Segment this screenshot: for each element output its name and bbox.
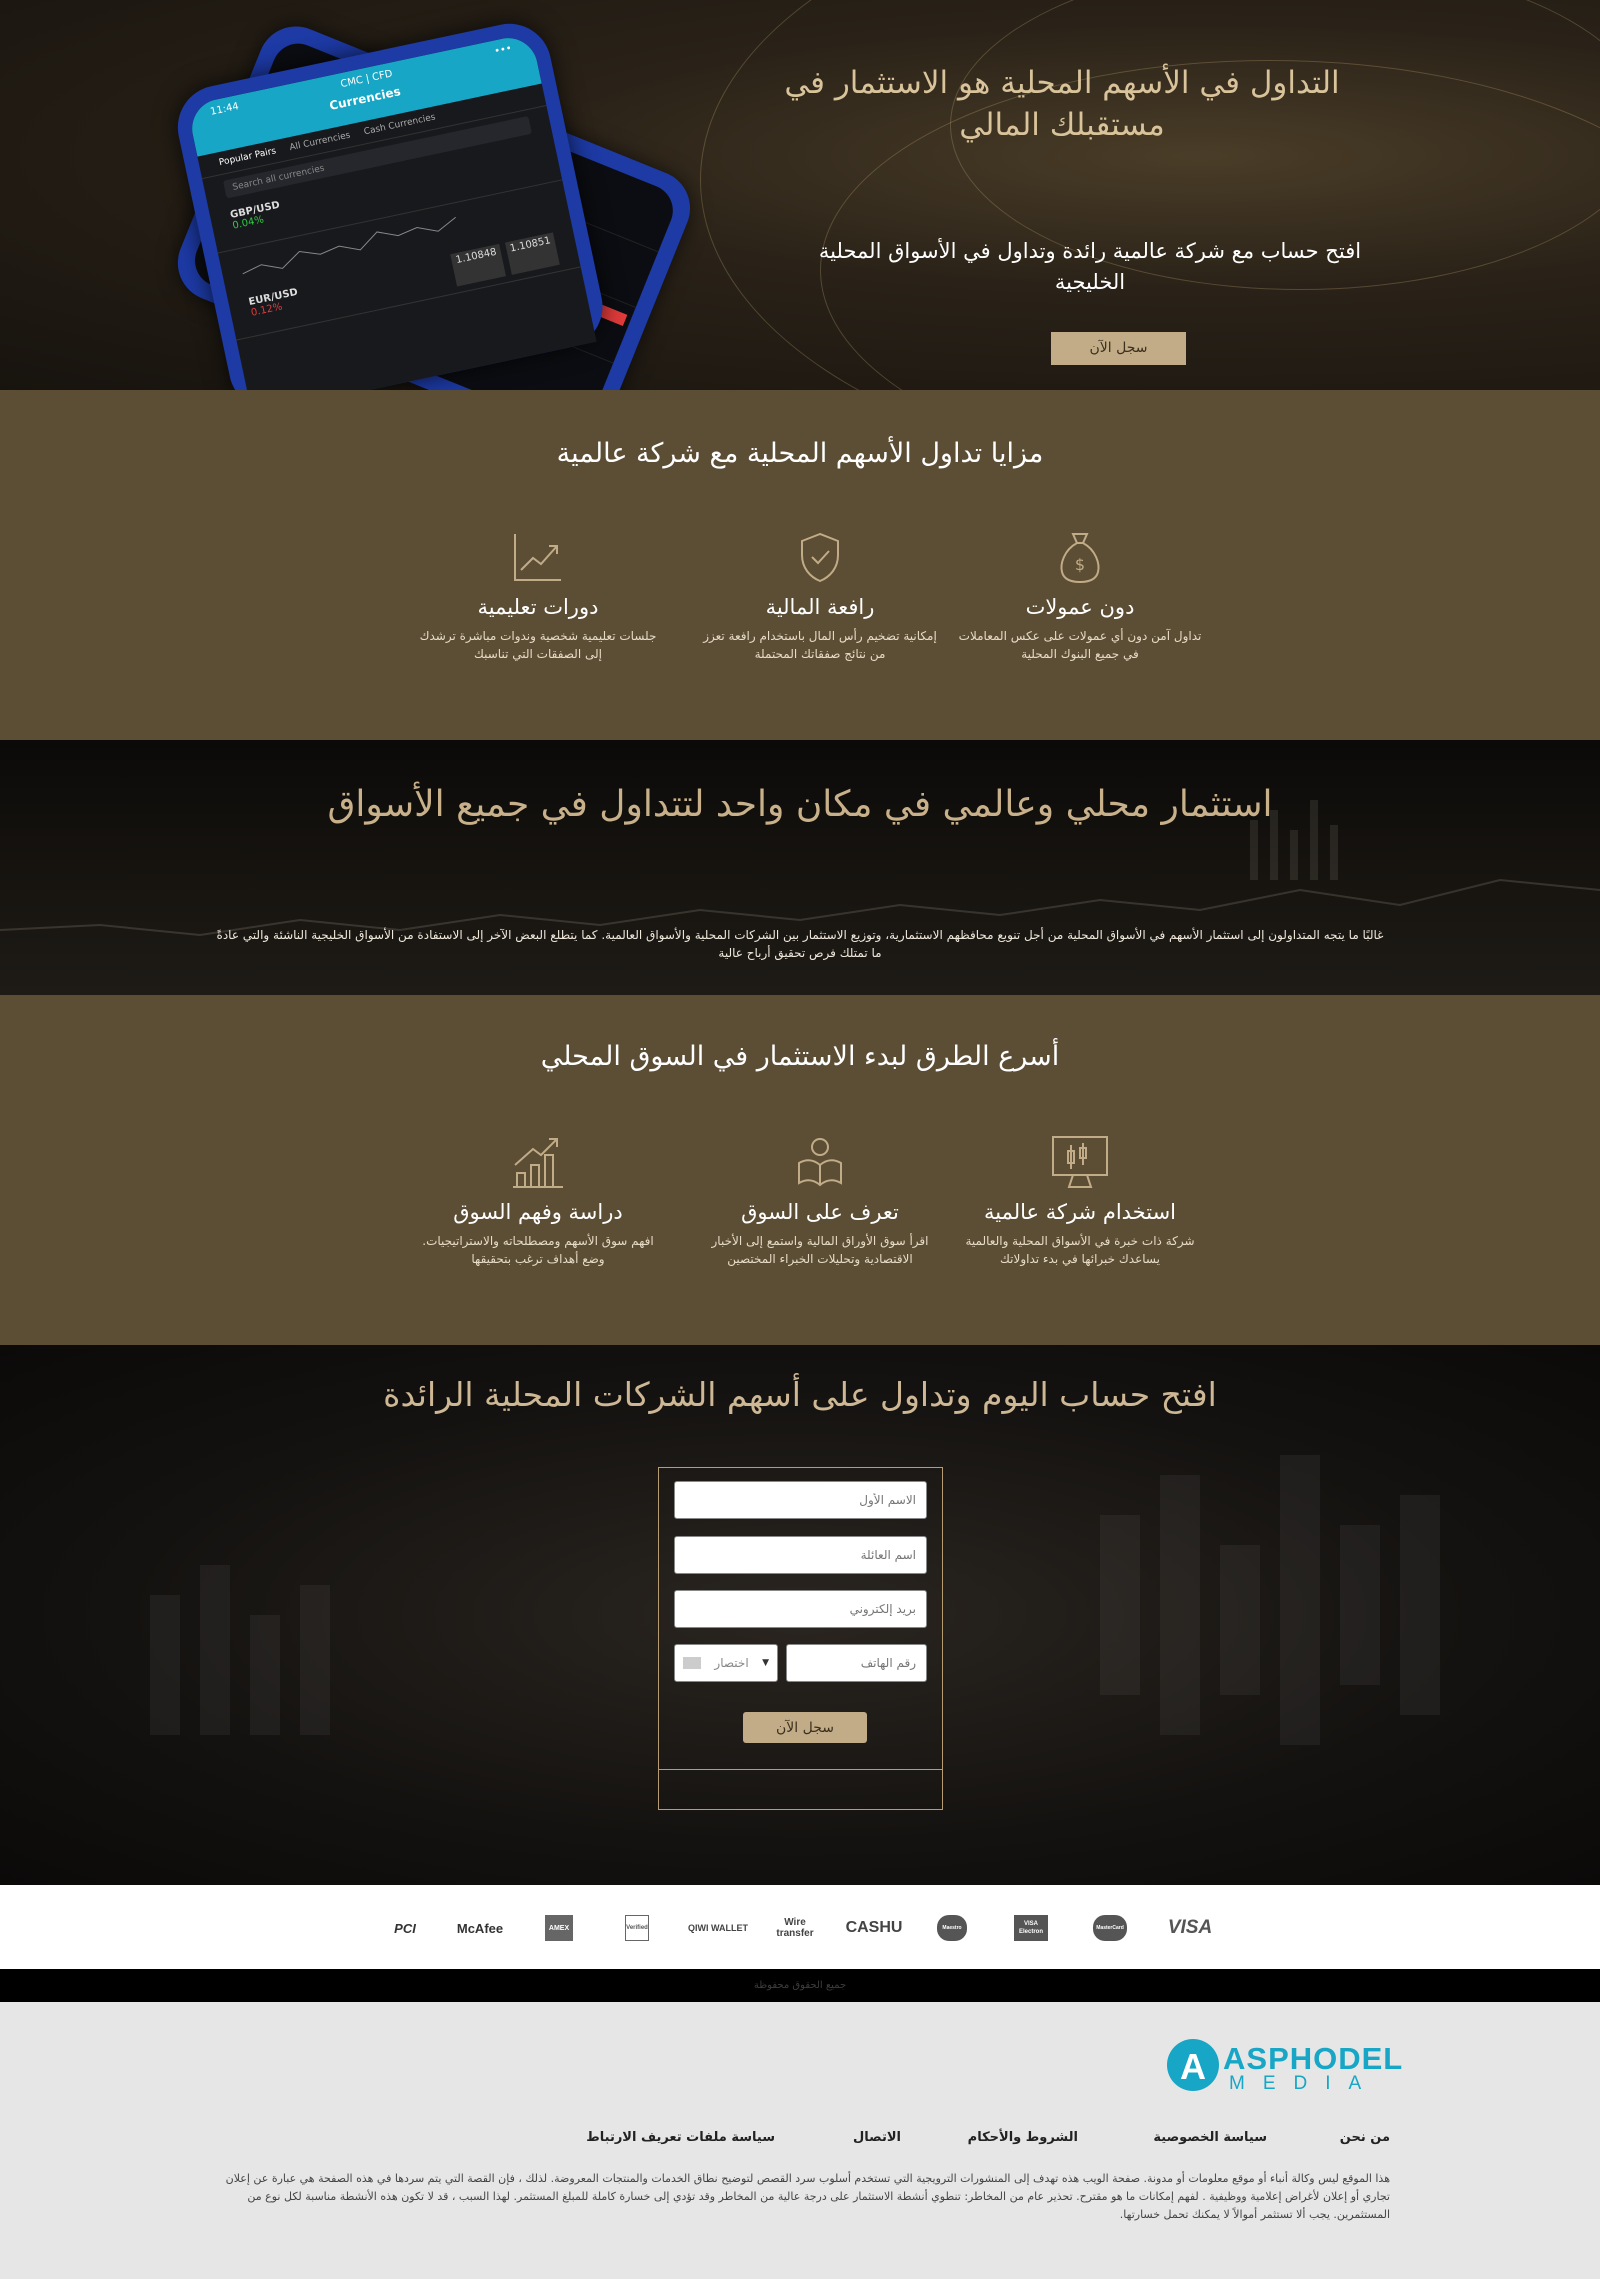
feature-item: رافعة المالية إمكانية تضخيم رأس المال با… (695, 525, 945, 663)
hero-section: 11:44 CMC | CFD ••• Currencies Popular P… (0, 0, 1600, 390)
features-title: مزايا تداول الأسهم المحلية مع شركة عالمي… (556, 438, 1044, 469)
invest-title: استثمار محلي وعالمي في مكان واحد لتتداول… (327, 784, 1273, 825)
copyright-bar: جميع الحقوق محفوظة (0, 1969, 1600, 2002)
invest-section: استثمار محلي وعالمي في مكان واحد لتتداول… (0, 740, 1600, 995)
flag-icon (683, 1657, 701, 1669)
email-input[interactable] (674, 1590, 927, 1628)
hero-register-button[interactable]: سجل الآن (1051, 332, 1186, 365)
hero-subtitle: افتح حساب مع شركة عالمية رائدة وتداول في… (818, 239, 1362, 294)
mcafee-logo-icon: McAfee (456, 1920, 504, 1936)
last-name-input[interactable] (674, 1536, 927, 1574)
feature-title: تعرف على السوق (741, 1200, 899, 1224)
chevron-down-icon: ▼ (762, 1658, 769, 1668)
feature-item: تعرف على السوق اقرأ سوق الأوراق المالية … (695, 1130, 945, 1268)
first-name-input[interactable] (674, 1481, 927, 1519)
feature-item: دراسة وفهم السوق افهم سوق الأسهم ومصطلحا… (413, 1130, 663, 1268)
feature-text: افهم سوق الأسهم ومصطلحاته والاستراتيجيات… (422, 1234, 654, 1266)
visa-logo-icon: VISA (1167, 1917, 1213, 1938)
payment-methods-bar: PCI McAfee AMEX Verified QIWI WALLET Wir… (0, 1885, 1600, 1969)
asphodel-media-logo[interactable]: A ASPHODEL MEDIA (1165, 2037, 1402, 2097)
cashu-logo-icon: CASHU (845, 1919, 903, 1936)
footer-disclaimer: هذا الموقع ليس وكالة أنباء أو موقع معلوم… (225, 2172, 1390, 2221)
visa-electron-logo-icon: VISA Electron (1014, 1915, 1048, 1941)
monitor-candles-icon (1052, 1136, 1108, 1188)
prefix-label: اختصار (714, 1656, 749, 1670)
verified-logo-icon: Verified (625, 1915, 649, 1941)
footer-link-cookies[interactable]: سياسة ملفات تعريف الارتباط (586, 2130, 775, 2145)
country-prefix-select[interactable]: ▼ اختصار (674, 1644, 778, 1682)
svg-text:$: $ (1075, 555, 1085, 574)
footer-link-terms[interactable]: الشروط والأحكام (968, 2130, 1078, 2145)
chart-trend-icon (514, 534, 561, 581)
wire-transfer-logo-icon: Wire transfer (776, 1917, 814, 1939)
phone-input[interactable] (786, 1644, 927, 1682)
signup-title: افتح حساب اليوم وتداول على أسهم الشركات … (383, 1375, 1217, 1414)
footer-link-privacy[interactable]: سياسة الخصوصية (1153, 2130, 1267, 2145)
maestro-logo-icon: Maestro (937, 1915, 967, 1941)
qiwi-logo-icon: QIWI WALLET (688, 1923, 748, 1933)
growth-chart-icon (513, 1138, 563, 1188)
logo-circle-icon: A (1167, 2039, 1219, 2091)
feature-title: دون عمولات (1025, 595, 1135, 619)
phone-buy-price: 1.10851 (504, 232, 560, 275)
pci-logo-icon: PCI (394, 1920, 416, 1936)
footer-link-contact[interactable]: الاتصال (853, 2130, 901, 2145)
feature-title: دراسة وفهم السوق (453, 1200, 623, 1224)
feature-text: تداول آمن دون أي عمولات على عكس المعاملا… (958, 629, 1202, 661)
signup-form: ▼ اختصار سجل الآن (658, 1467, 943, 1770)
feature-title: رافعة المالية (765, 595, 875, 619)
mastercard-logo-icon: MasterCard (1093, 1915, 1127, 1941)
feature-text: جلسات تعليمية شخصية وندوات مباشرة ترشدك … (419, 629, 657, 661)
footer-link-about[interactable]: من نحن (1340, 2130, 1390, 2145)
logo-letter: A (1180, 2046, 1206, 2087)
feature-text: شركة ذات خبرة في الأسواق المحلية والعالم… (965, 1234, 1195, 1266)
feature-item: دورات تعليمية جلسات تعليمية شخصية وندوات… (413, 525, 663, 663)
logo-top-text: ASPHODEL (1223, 2041, 1404, 2076)
feature-title: دورات تعليمية (477, 595, 599, 619)
features-section: مزايا تداول الأسهم المحلية مع شركة عالمي… (0, 390, 1600, 740)
fastest-title: أسرع الطرق لبدء الاستثمار في السوق المحل… (540, 1041, 1060, 1072)
feature-item: $ دون عمولات تداول آمن دون أي عمولات على… (955, 525, 1205, 663)
signup-section: افتح حساب اليوم وتداول على أسهم الشركات … (0, 1345, 1600, 1885)
phone-tab: Popular Pairs (218, 146, 278, 169)
signup-form-footer (658, 1770, 943, 1810)
phone-time: 11:44 (209, 101, 240, 118)
reader-icon (798, 1138, 842, 1187)
invest-text: غالبًا ما يتجه المتداولون إلى استثمار ال… (216, 928, 1384, 960)
feature-item: استخدام شركة عالمية شركة ذات خبرة في الأ… (955, 1130, 1205, 1268)
feature-text: إمكانية تضخيم رأس المال باستخدام رافعة ت… (703, 629, 937, 661)
trading-phone-portrait: 11:44 CMC | CFD ••• Currencies Popular P… (170, 15, 611, 390)
amex-logo-icon: AMEX (545, 1915, 573, 1941)
footer: A ASPHODEL MEDIA من نحن سياسة الخصوصية ا… (0, 2002, 1600, 2279)
logo-bottom-text: MEDIA (1229, 2073, 1380, 2094)
hero-title: التداول في الأسهم المحلية هو الاستثمار ف… (784, 65, 1340, 143)
shield-check-icon (801, 532, 839, 583)
menu-dots-icon: ••• (493, 43, 513, 58)
copyright-text: جميع الحقوق محفوظة (753, 1980, 847, 1991)
fastest-ways-section: أسرع الطرق لبدء الاستثمار في السوق المحل… (0, 995, 1600, 1345)
signup-submit-button[interactable]: سجل الآن (743, 1712, 867, 1743)
feature-text: اقرأ سوق الأوراق المالية واستمع إلى الأخ… (711, 1234, 929, 1266)
feature-title: استخدام شركة عالمية (983, 1200, 1177, 1224)
phone-sell-price: 1.10848 (450, 243, 506, 287)
money-bag-icon: $ (1060, 533, 1100, 584)
